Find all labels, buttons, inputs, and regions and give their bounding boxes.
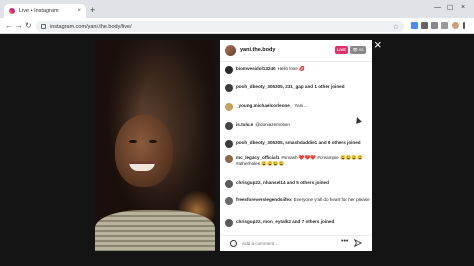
extension-icon[interactable]	[411, 22, 418, 29]
comment-input[interactable]	[242, 239, 332, 248]
commenter-avatar[interactable]	[225, 219, 233, 227]
browser-tab[interactable]: Live • Instagram ×	[4, 4, 86, 18]
close-live-button[interactable]: ×	[374, 38, 382, 52]
tab-close-icon[interactable]: ×	[77, 8, 81, 14]
join-text: chrisgup22, mon_eytalk2 and 7 others joi…	[236, 219, 335, 224]
profile-avatar[interactable]	[452, 22, 459, 29]
comment-row: mc_legacy_official1 #smash ❤️❤️❤️ #creamp…	[225, 155, 370, 166]
commenter-username[interactable]: biomvesidol13240	[236, 66, 276, 71]
commenter-username[interactable]: mc_legacy_official1	[236, 155, 279, 160]
comment-row: is.tulu.e @doniazemotion	[225, 122, 370, 130]
window-close-button[interactable]: ×	[461, 4, 465, 11]
instagram-favicon-icon	[9, 8, 15, 14]
join-text: pooh_dbeoty_305305, 231_gap and 1 other …	[236, 84, 345, 89]
comment-text: Hello love 💋	[277, 66, 305, 71]
browser-tab-bar: Live • Instagram × + — ☐ ×	[0, 0, 474, 18]
maximize-button[interactable]: ☐	[447, 4, 453, 12]
forward-button[interactable]: →	[15, 20, 23, 32]
video-eye	[129, 140, 137, 143]
commenter-avatar[interactable]	[225, 180, 233, 188]
commenter-avatar[interactable]	[225, 155, 233, 163]
lock-icon	[41, 24, 46, 29]
side-panel-icon[interactable]	[441, 22, 448, 29]
comment-text: Everyone y'all do heart for her please	[293, 197, 370, 202]
video-face	[115, 115, 173, 187]
commenter-avatar[interactable]	[225, 140, 233, 148]
live-badge: LIVE	[335, 46, 348, 54]
live-video[interactable]	[95, 40, 215, 251]
join-text: pooh_dbeoty_305305, smashdaddie1 and 6 o…	[236, 140, 361, 145]
more-options-icon[interactable]: •••	[341, 238, 348, 246]
tab-title: Live • Instagram	[19, 8, 59, 14]
emoji-icon[interactable]	[230, 240, 237, 247]
new-tab-button[interactable]: +	[90, 5, 95, 15]
comment-row: biomvesidol13240 Hello love 💋	[225, 66, 370, 74]
commenter-avatar[interactable]	[225, 197, 233, 205]
commenter-username[interactable]: is.tulu.e	[236, 122, 253, 127]
panel-header: yani.the.body LIVE 👁 93	[220, 40, 372, 62]
bookmark-star-icon[interactable]: ☆	[393, 23, 399, 31]
join-row: pooh_dbeoty_305305, 231_gap and 1 other …	[225, 84, 370, 92]
comment-text: @doniazemotion	[255, 122, 290, 127]
reload-button[interactable]: ↻	[25, 20, 32, 32]
browser-toolbar: ← → ↻ instagram.com/yani.the.body/live/ …	[0, 18, 474, 34]
join-text: chrisgup22, nhansel14 and 5 others joine…	[236, 180, 329, 185]
live-overlay: × yani.the.body LIVE 👁 93 biomvesidol132…	[0, 35, 474, 266]
video-shirt	[95, 210, 215, 251]
comment-text: Yani…	[294, 103, 308, 108]
menu-kebab-icon[interactable]	[463, 22, 465, 29]
minimize-button[interactable]: —	[434, 4, 441, 11]
join-row: chrisgup22, mon_eytalk2 and 7 others joi…	[225, 219, 370, 227]
join-row: pooh_dbeoty_305305, smashdaddie1 and 6 o…	[225, 140, 370, 148]
puzzle-extensions-icon[interactable]	[421, 22, 428, 29]
commenter-avatar[interactable]	[225, 122, 233, 130]
host-avatar[interactable]	[225, 45, 236, 56]
live-comments-panel: yani.the.body LIVE 👁 93 biomvesidol13240…	[220, 40, 372, 251]
send-icon[interactable]	[354, 239, 362, 247]
url-text: instagram.com/yani.the.body/live/	[50, 23, 132, 30]
join-row: chrisgup22, nhansel14 and 5 others joine…	[225, 180, 370, 188]
video-eye	[149, 140, 157, 143]
comment-row: freesforeverslegendsiifex Everyone y'all …	[225, 197, 370, 205]
commenter-avatar[interactable]	[225, 84, 233, 92]
comment-composer: •••	[220, 235, 372, 251]
commenter-avatar[interactable]	[225, 66, 233, 74]
comment-row: _young.michaelcorleone_ Yani…	[225, 103, 370, 111]
back-button[interactable]: ←	[5, 20, 13, 32]
host-username[interactable]: yani.the.body	[240, 47, 275, 53]
commenter-username[interactable]: _young.michaelcorleone_	[236, 103, 292, 108]
reading-list-icon[interactable]	[431, 22, 438, 29]
viewer-count-badge[interactable]: 👁 93	[350, 46, 366, 54]
address-bar[interactable]: instagram.com/yani.the.body/live/ ☆	[36, 21, 404, 32]
commenter-username[interactable]: freesforeverslegendsiifex	[236, 197, 292, 202]
commenter-avatar[interactable]	[225, 103, 233, 111]
